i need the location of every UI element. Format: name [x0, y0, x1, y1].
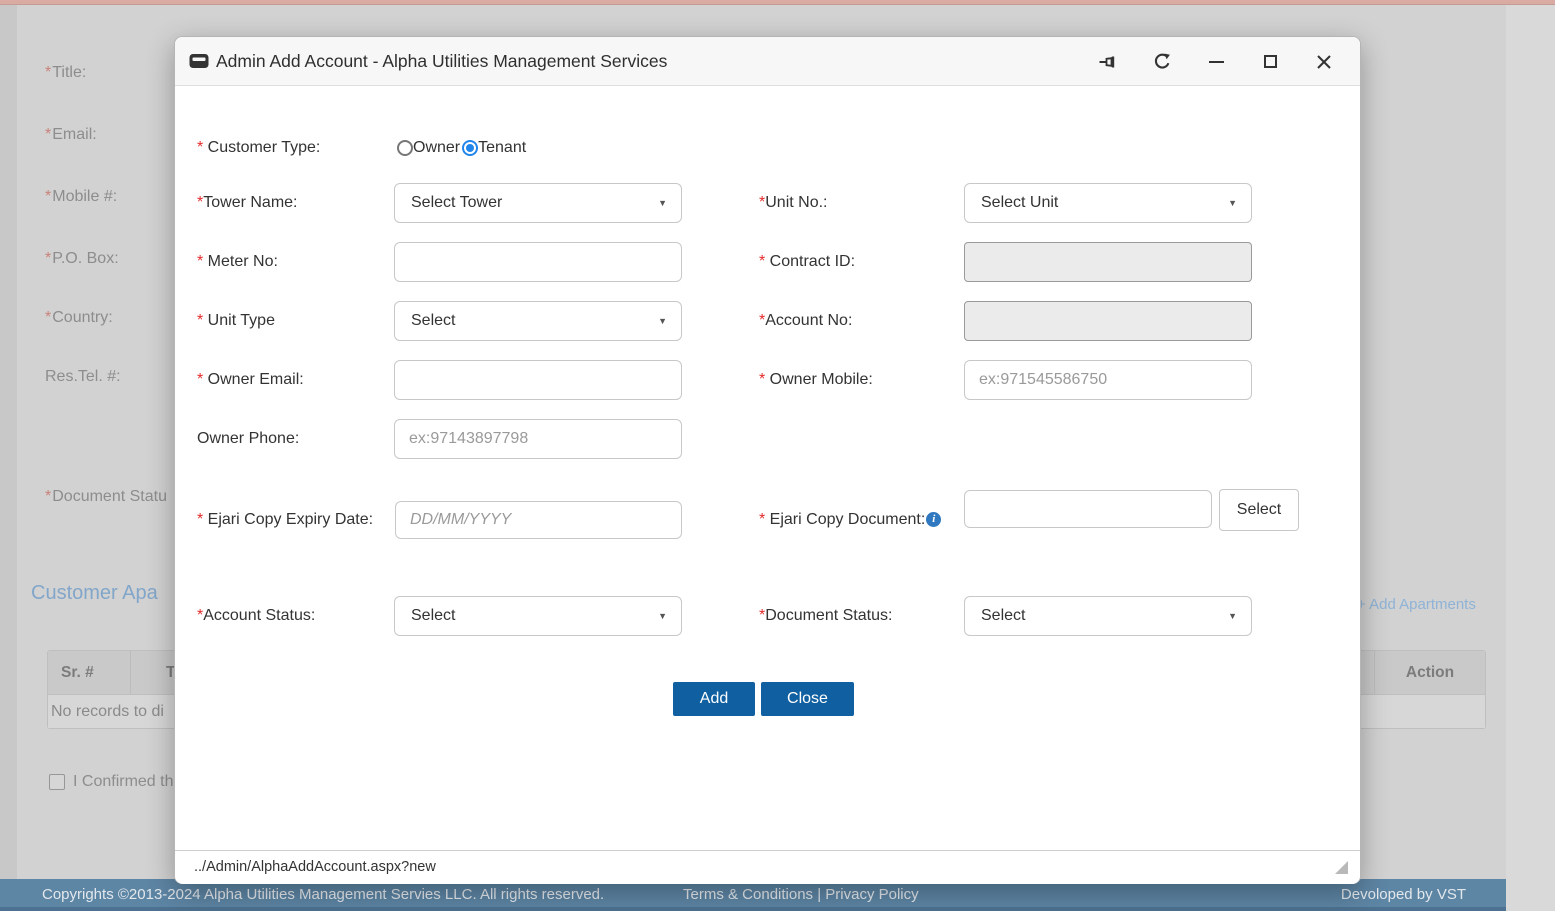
row-ejari: * Ejari Copy Expiry Date: * Ejari Copy D…	[175, 489, 1360, 534]
row-tower-unit: *Tower Name: Select Tower▼ *Unit No.: Se…	[175, 183, 1360, 223]
tower-name-label: *Tower Name:	[197, 183, 297, 223]
dialog-statusbar: ../Admin/AlphaAddAccount.aspx?new	[175, 850, 1360, 884]
close-button[interactable]: Close	[761, 682, 854, 716]
chevron-down-icon: ▼	[1228, 597, 1237, 635]
contract-id-label: * Contract ID:	[759, 242, 855, 282]
customer-apartments-heading: Customer Apa	[31, 582, 158, 605]
owner-radio-label[interactable]: Owner	[413, 139, 460, 157]
bg-label-restel: Res.Tel. #:	[45, 367, 121, 387]
column-header-sr: Sr. #	[48, 651, 131, 694]
dialog-status-url: ../Admin/AlphaAddAccount.aspx?new	[194, 859, 436, 875]
window-icon	[189, 53, 209, 69]
screen: *Title: *Email: *Mobile #: *P.O. Box: *C…	[0, 0, 1555, 911]
ejari-document-select-button[interactable]: Select	[1219, 489, 1299, 531]
confirm-checkbox[interactable]	[49, 774, 65, 790]
dialog-title: Admin Add Account - Alpha Utilities Mana…	[216, 51, 667, 72]
account-no-input	[964, 301, 1252, 341]
row-owner-phone: Owner Phone:	[175, 419, 1360, 459]
customer-type-label: * Customer Type:	[197, 133, 320, 163]
tower-name-select[interactable]: Select Tower▼	[394, 183, 682, 223]
close-icon[interactable]	[1314, 52, 1334, 72]
owner-mobile-input[interactable]	[964, 360, 1252, 400]
ejari-document-label: * Ejari Copy Document:i	[759, 500, 941, 540]
chevron-down-icon: ▼	[1228, 184, 1237, 222]
row-customer-type: * Customer Type: Owner Tenant	[175, 133, 1360, 163]
meter-no-input[interactable]	[394, 242, 682, 282]
unit-no-select[interactable]: Select Unit▼	[964, 183, 1252, 223]
admin-add-account-dialog: Admin Add Account - Alpha Utilities Mana…	[174, 36, 1361, 884]
bg-label-title: *Title:	[45, 63, 86, 83]
unit-type-label: * Unit Type	[197, 301, 275, 341]
row-statuses: *Account Status: Select▼ *Document Statu…	[175, 596, 1360, 636]
row-owner-email-mobile: * Owner Email: * Owner Mobile:	[175, 360, 1360, 400]
tenant-radio-label[interactable]: Tenant	[478, 139, 526, 157]
footer-links[interactable]: Terms & Conditions | Privacy Policy	[683, 886, 919, 903]
chevron-down-icon: ▼	[658, 184, 667, 222]
unit-type-select[interactable]: Select▼	[394, 301, 682, 341]
meter-no-label: * Meter No:	[197, 242, 278, 282]
bg-label-document-status: *Document Statu	[45, 487, 167, 507]
footer-copyright: Copyrights ©2013-2024 Alpha Utilities Ma…	[42, 886, 604, 903]
owner-phone-label: Owner Phone:	[197, 419, 299, 459]
ejari-document-input[interactable]	[964, 490, 1212, 528]
column-header-action: Action	[1375, 651, 1485, 694]
owner-phone-input[interactable]	[394, 419, 682, 459]
chevron-down-icon: ▼	[658, 597, 667, 635]
dialog-titlebar[interactable]: Admin Add Account - Alpha Utilities Mana…	[175, 37, 1360, 86]
tenant-radio[interactable]	[462, 140, 478, 156]
resize-grip[interactable]	[1335, 861, 1348, 874]
maximize-icon[interactable]	[1260, 52, 1280, 72]
confirm-checkbox-label: I Confirmed th	[73, 773, 173, 791]
owner-mobile-label: * Owner Mobile:	[759, 360, 873, 400]
footer-developer: Devoloped by VST	[1341, 886, 1466, 903]
owner-email-input[interactable]	[394, 360, 682, 400]
window-controls	[1098, 37, 1334, 86]
row-buttons: Add Close	[175, 682, 1360, 716]
bg-label-email: *Email:	[45, 125, 97, 145]
row-unittype-account: * Unit Type Select▼ *Account No:	[175, 301, 1360, 341]
row-meter-contract: * Meter No: * Contract ID:	[175, 242, 1360, 282]
contract-id-input	[964, 242, 1252, 282]
bg-label-pobox: *P.O. Box:	[45, 249, 119, 269]
pin-icon[interactable]	[1098, 52, 1118, 72]
document-status-select[interactable]: Select▼	[964, 596, 1252, 636]
customer-type-radio-group: Owner Tenant	[397, 133, 528, 163]
confirm-row: I Confirmed th	[49, 773, 173, 791]
account-status-label: *Account Status:	[197, 596, 315, 636]
unit-no-label: *Unit No.:	[759, 183, 827, 223]
ejari-expiry-label: * Ejari Copy Expiry Date:	[197, 500, 373, 540]
chevron-down-icon: ▼	[658, 302, 667, 340]
document-status-label: *Document Status:	[759, 596, 892, 636]
owner-radio[interactable]	[397, 140, 413, 156]
minimize-icon[interactable]	[1206, 52, 1226, 72]
add-apartments-link[interactable]: + Add Apartments	[1357, 596, 1476, 613]
account-status-select[interactable]: Select▼	[394, 596, 682, 636]
info-icon[interactable]: i	[926, 512, 941, 527]
account-no-label: *Account No:	[759, 301, 852, 341]
bg-label-mobile: *Mobile #:	[45, 187, 117, 207]
bg-label-country: *Country:	[45, 308, 113, 328]
refresh-icon[interactable]	[1152, 52, 1172, 72]
add-button[interactable]: Add	[673, 682, 755, 716]
owner-email-label: * Owner Email:	[197, 360, 304, 400]
ejari-expiry-input[interactable]	[395, 501, 682, 539]
